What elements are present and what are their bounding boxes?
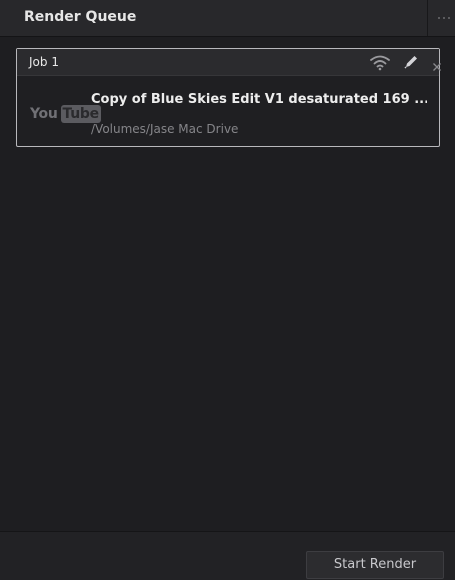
header-divider — [427, 0, 428, 36]
job-header: Job 1 — [17, 49, 442, 76]
render-job-card[interactable]: Job 1 You Tube Copy of Blue Skies Edit V… — [16, 48, 442, 147]
youtube-logo-tube: Tube — [60, 105, 101, 123]
edit-pencil-icon[interactable] — [403, 54, 419, 74]
remote-render-icon[interactable] — [369, 54, 391, 75]
job-title: Job 1 — [29, 55, 59, 69]
job-clip-name: Copy of Blue Skies Edit V1 desaturated 1… — [91, 92, 427, 107]
render-queue-panel: Render Queue Job 1 You Tube Copy of Blue… — [0, 0, 455, 580]
close-icon[interactable] — [432, 57, 442, 76]
job-output-path: /Volumes/Jase Mac Drive — [91, 122, 239, 136]
more-options-icon[interactable] — [432, 13, 454, 23]
panel-footer: Start Render — [0, 531, 455, 580]
start-render-button[interactable]: Start Render — [306, 551, 444, 579]
panel-title: Render Queue — [24, 9, 137, 25]
youtube-logo-you: You — [30, 106, 58, 122]
panel-header: Render Queue — [0, 0, 455, 37]
